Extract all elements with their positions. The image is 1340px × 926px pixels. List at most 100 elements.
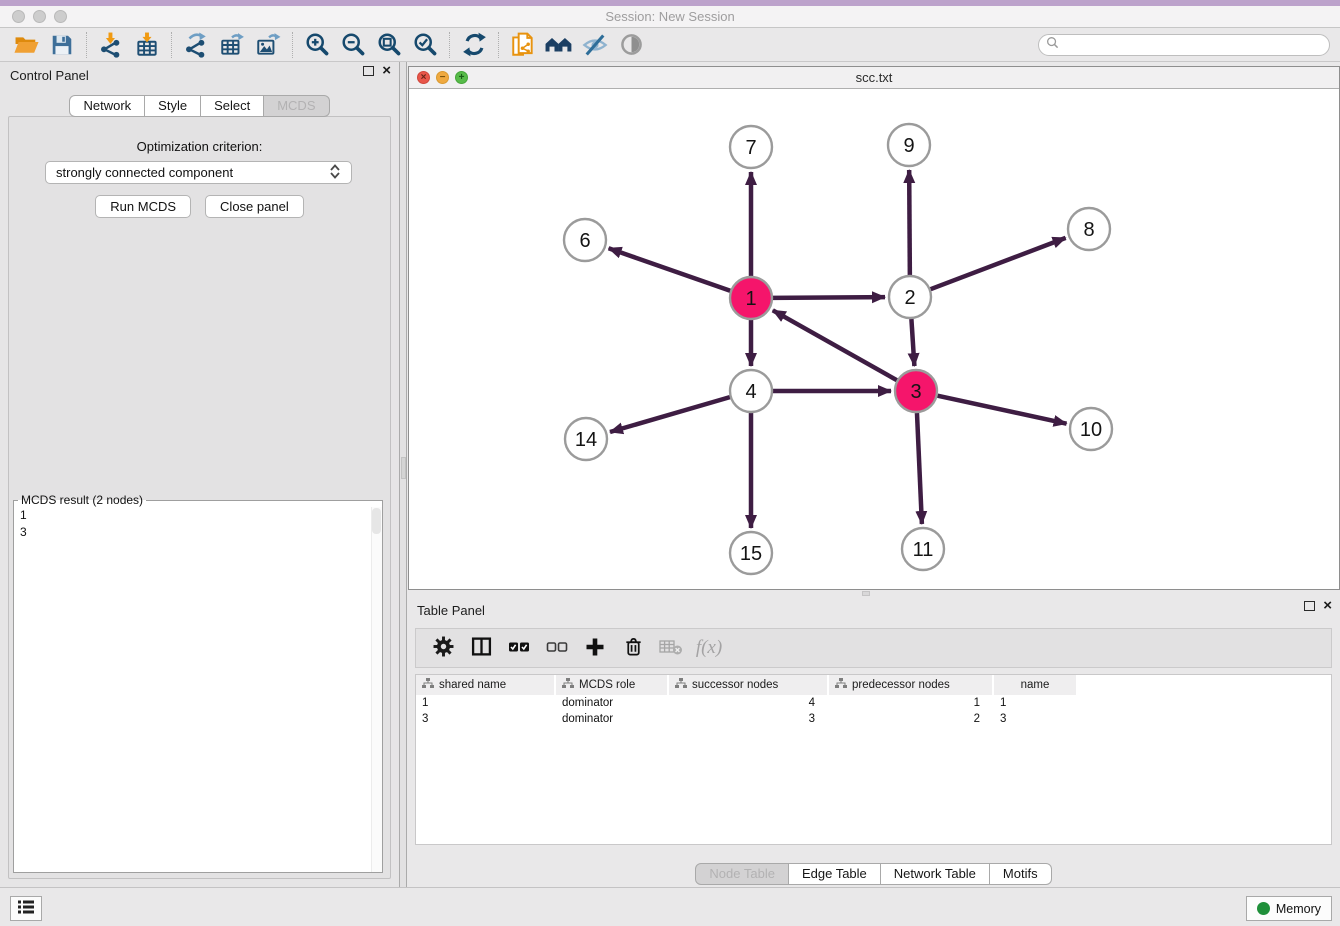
edge-3-10[interactable] [937,396,1066,424]
edge-1-2[interactable] [773,297,885,298]
cell-name[interactable]: 1 [994,695,1078,711]
delete-column-button[interactable] [616,632,650,664]
criterion-select[interactable]: strongly connected component [45,161,352,184]
node-7[interactable]: 7 [730,126,772,168]
table-row[interactable]: 1 dominator 4 1 1 [416,695,1331,711]
run-mcds-button[interactable]: Run MCDS [95,195,191,218]
export-table-button[interactable] [214,30,250,60]
zoom-fit-button[interactable] [371,30,407,60]
horizontal-splitter[interactable] [407,590,1340,597]
node-6[interactable]: 6 [564,219,606,261]
zoom-out-button[interactable] [335,30,371,60]
zoom-fit-icon [377,32,402,57]
task-history-button[interactable] [10,896,42,921]
home-button[interactable] [541,30,577,60]
deselect-all-rows-button[interactable] [540,632,574,664]
column-header-mcds-role[interactable]: MCDS role [556,675,669,695]
network-canvas[interactable]: 7 9 6 8 1 2 4 3 14 10 15 11 [409,89,1339,589]
node-table[interactable]: shared name MCDS role successor nodes pr… [415,674,1332,845]
edge-2-8[interactable] [931,238,1066,289]
tab-style[interactable]: Style [145,95,201,117]
memory-button[interactable]: Memory [1246,896,1332,921]
cell-predecessor-nodes[interactable]: 1 [829,695,994,711]
network-window-titlebar[interactable]: × − + scc.txt [409,67,1339,89]
cell-name[interactable]: 3 [994,711,1078,727]
node-2[interactable]: 2 [889,276,931,318]
zoom-selected-button[interactable] [407,30,443,60]
zoom-in-button[interactable] [299,30,335,60]
node-14[interactable]: 14 [565,418,607,460]
table-settings-button[interactable] [426,632,460,664]
cell-mcds-role[interactable]: dominator [556,695,669,711]
control-panel-header: Control Panel × [0,62,399,88]
tab-edge-table[interactable]: Edge Table [789,863,881,885]
close-panel-icon[interactable]: × [1323,601,1332,611]
tab-select[interactable]: Select [201,95,264,117]
toolbar-separator [292,32,293,58]
import-network-button[interactable] [93,30,129,60]
export-network-button[interactable] [178,30,214,60]
float-panel-icon[interactable] [1304,601,1315,611]
edge-3-11[interactable] [917,413,922,524]
close-panel-icon[interactable]: × [382,66,391,76]
refresh-button[interactable] [456,30,492,60]
copy-network-button[interactable] [505,30,541,60]
control-panel-title: Control Panel [10,68,89,83]
tab-network[interactable]: Network [69,95,145,117]
cell-shared-name[interactable]: 3 [416,711,556,727]
node-11[interactable]: 11 [902,528,944,570]
svg-text:9: 9 [903,135,914,157]
splitter-grip[interactable] [401,457,406,479]
vertical-splitter[interactable] [400,62,407,887]
float-panel-icon[interactable] [363,66,374,76]
svg-text:14: 14 [575,429,597,451]
import-table-button[interactable] [129,30,165,60]
node-1[interactable]: 1 [730,277,772,319]
cell-shared-name[interactable]: 1 [416,695,556,711]
tab-node-table[interactable]: Node Table [695,863,789,885]
network-graph[interactable]: 7 9 6 8 1 2 4 3 14 10 15 11 [409,89,1339,589]
column-header-predecessor-nodes[interactable]: predecessor nodes [829,675,994,695]
show-columns-button[interactable] [464,632,498,664]
export-network-icon [183,32,209,58]
hide-selected-button[interactable] [577,30,613,60]
cell-successor-nodes[interactable]: 4 [669,695,829,711]
search-icon [1046,36,1059,54]
open-session-button[interactable] [8,30,44,60]
cell-predecessor-nodes[interactable]: 2 [829,711,994,727]
node-9[interactable]: 9 [888,124,930,166]
column-header-successor-nodes[interactable]: successor nodes [669,675,829,695]
edge-2-9[interactable] [909,170,910,275]
edge-3-1[interactable] [773,310,897,380]
select-all-rows-button[interactable] [502,632,536,664]
edge-2-3[interactable] [911,319,914,366]
column-header-shared-name[interactable]: shared name [416,675,556,695]
edge-4-14[interactable] [610,397,730,432]
tab-mcds[interactable]: MCDS [264,95,329,117]
node-4[interactable]: 4 [730,370,772,412]
column-header-name[interactable]: name [994,675,1078,695]
node-8[interactable]: 8 [1068,208,1110,250]
table-row[interactable]: 3 dominator 3 2 3 [416,711,1331,727]
tab-motifs[interactable]: Motifs [990,863,1052,885]
cell-mcds-role[interactable]: dominator [556,711,669,727]
splitter-grip[interactable] [862,591,870,596]
hierarchy-icon [835,678,847,692]
refresh-icon [462,32,487,57]
close-panel-button[interactable]: Close panel [205,195,304,218]
tab-network-table[interactable]: Network Table [881,863,990,885]
result-scrollbar[interactable] [371,507,382,872]
add-column-button[interactable] [578,632,612,664]
zoom-in-icon [305,32,330,57]
search-field[interactable] [1038,34,1330,56]
export-image-button[interactable] [250,30,286,60]
search-input[interactable] [1059,36,1329,54]
mcds-result-text[interactable]: 1 3 [14,507,382,872]
node-10[interactable]: 10 [1070,408,1112,450]
save-session-button[interactable] [44,30,80,60]
show-eye-button[interactable] [613,30,649,60]
cell-successor-nodes[interactable]: 3 [669,711,829,727]
edge-1-6[interactable] [609,248,731,290]
node-15[interactable]: 15 [730,532,772,574]
node-3[interactable]: 3 [895,370,937,412]
